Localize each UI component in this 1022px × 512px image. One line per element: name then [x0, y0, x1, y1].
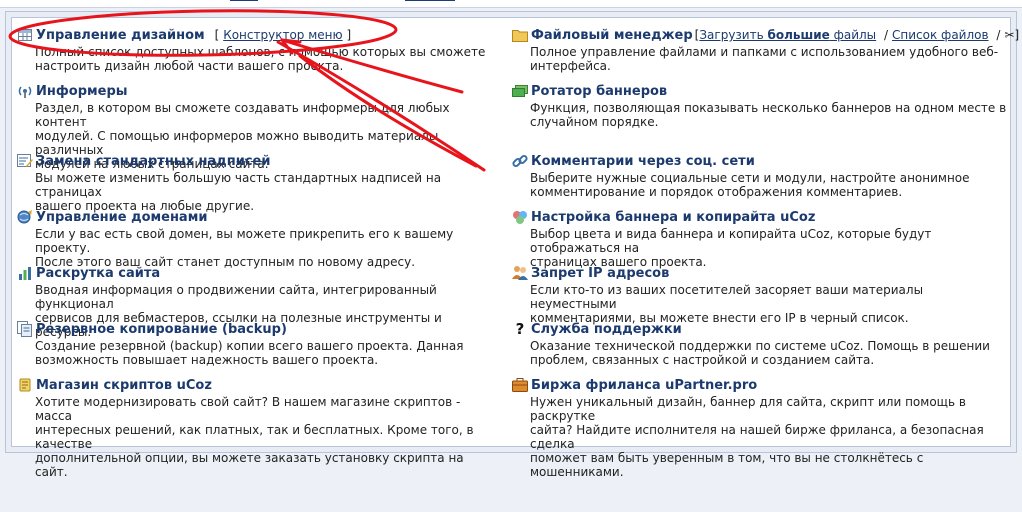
menu-constructor-link[interactable]: Конструктор меню: [223, 28, 342, 42]
bracket-close: ]: [1014, 28, 1020, 42]
item-scripts: Магазин скриптов uCoz Хотите модернизиро…: [17, 376, 487, 479]
desc-line: комментирование и порядок отображения ко…: [530, 185, 903, 199]
link-text: файлы: [829, 28, 877, 42]
desc-line: Полный список доступных шаблонов, с помо…: [35, 45, 486, 59]
replace-labels-link[interactable]: Замена стандартных надписей: [36, 154, 270, 169]
bracket-open: [: [214, 28, 220, 42]
domain-icon: [17, 209, 33, 225]
users-ban-icon: [512, 265, 528, 281]
banner-copyright-settings-link[interactable]: Настройка баннера и копирайта uCoz: [531, 210, 815, 225]
file-extra-links: [Загрузить большие файлы / Список файлов …: [695, 28, 1020, 42]
file-manager-link[interactable]: Файловый менеджер: [531, 28, 693, 43]
support-service-link[interactable]: Служба поддержки: [531, 322, 682, 337]
item-description: Вы можете изменить большую часть стандар…: [17, 171, 487, 213]
bar-chart-icon: [17, 265, 33, 281]
item-ipban: Запрет IP адресов Если кто-то из ваших п…: [512, 264, 1007, 325]
briefcase-icon: [512, 377, 528, 393]
freelance-exchange-link[interactable]: Биржа фриланса uPartner.pro: [531, 378, 757, 393]
item-description: Функция, позволяющая показывать нескольк…: [512, 101, 1007, 129]
broadcast-icon: [17, 83, 33, 99]
desc-line: Нужен уникальный дизайн, баннер для сайт…: [530, 395, 966, 423]
ip-ban-link[interactable]: Запрет IP адресов: [531, 266, 669, 281]
desc-line: Выбор цвета и вида баннера и копирайта u…: [530, 227, 932, 255]
desc-line: Если у вас есть свой домен, вы можете пр…: [35, 227, 454, 255]
upload-large-files-link[interactable]: Загрузить большие файлы: [699, 28, 876, 42]
item-files: Файловый менеджер [Загрузить большие фай…: [512, 26, 1019, 73]
desc-line: Выберите нужные социальные сети и модули…: [530, 171, 970, 185]
question-icon: ?: [515, 320, 525, 338]
backup-icon: [17, 321, 33, 337]
desc-line: случайном порядке.: [530, 115, 659, 129]
desc-line: проблем, связанных с настройкой и создан…: [530, 353, 875, 367]
banner-rotator-link[interactable]: Ротатор баннеров: [531, 84, 667, 99]
grid-icon: [17, 27, 33, 43]
item-support: ? Служба поддержки Оказание технической …: [512, 320, 1007, 367]
desc-line: Хотите модернизировать свой сайт? В наше…: [35, 395, 461, 423]
item-description: Выбор цвета и вида баннера и копирайта u…: [512, 227, 1007, 269]
item-description: Создание резервной (backup) копии всего …: [17, 339, 487, 367]
bracket-close: ]: [346, 28, 352, 42]
desc-line: поможет вам быть уверенным в том, что вы…: [530, 451, 924, 479]
desc-line: дополнительной опции, вы можете заказать…: [35, 451, 464, 479]
desc-line: Создание резервной (backup) копии всего …: [35, 339, 464, 353]
item-description: Если у вас есть свой домен, вы можете пр…: [17, 227, 487, 269]
item-description: Полное управление файлами и папками с ис…: [512, 45, 1007, 73]
desc-line: сайта? Найдите исполнителя на нашей бирж…: [530, 423, 984, 451]
item-description: Хотите модернизировать свой сайт? В наше…: [17, 395, 487, 479]
domain-management-link[interactable]: Управление доменами: [36, 210, 207, 225]
desc-line: Вводная информация о продвижении сайта, …: [35, 283, 437, 311]
item-design: Управление дизайном [ Конструктор меню ]…: [17, 26, 487, 73]
desc-line: Функция, позволяющая показывать нескольк…: [530, 101, 1007, 115]
cut-off-link: [230, 0, 258, 1]
desc-line: интересных решений, как платных, так и б…: [35, 423, 474, 451]
item-freelance: Биржа фриланса uPartner.pro Нужен уникал…: [512, 376, 1007, 479]
backup-link[interactable]: Резервное копирование (backup): [36, 322, 287, 337]
item-description: Если кто-то из ваших посетителей засоряе…: [512, 283, 1007, 325]
desc-line: возможность повышает надежность вашего п…: [35, 353, 379, 367]
desc-line: интерфейса.: [530, 59, 611, 73]
top-strip-cut: [0, 0, 1022, 8]
desc-line: Полное управление файлами и папками с ис…: [530, 45, 999, 59]
desc-line: Раздел, в котором вы сможете создавать и…: [35, 101, 450, 129]
link-text: Загрузить: [699, 28, 768, 42]
site-promotion-link[interactable]: Раскрутка сайта: [36, 266, 160, 281]
edit-text-icon: [17, 153, 33, 169]
scroll-icon: [17, 377, 33, 393]
script-shop-link[interactable]: Магазин скриптов uCoz: [36, 378, 212, 393]
desc-line: настроить дизайн любой части вашего прое…: [35, 59, 344, 73]
desc-line: Оказание технической поддержки по систем…: [530, 339, 990, 353]
palette-icon: [512, 209, 528, 225]
item-description: Выберите нужные социальные сети и модули…: [512, 171, 1007, 199]
design-management-link[interactable]: Управление дизайном: [36, 28, 205, 43]
item-domains: Управление доменами Если у вас есть свой…: [17, 208, 487, 269]
design-extra-links: [ Конструктор меню ]: [215, 28, 351, 42]
file-list-link[interactable]: Список файлов: [892, 28, 989, 42]
link-icon: [512, 153, 528, 169]
modules-panel: Управление дизайном [ Конструктор меню ]…: [11, 17, 1019, 479]
separator: /: [883, 28, 889, 42]
separator: /: [996, 28, 1001, 42]
desc-line: Вы можете изменить большую часть стандар…: [35, 171, 442, 199]
link-text-bold: большие: [767, 28, 830, 42]
item-description: Оказание технической поддержки по систем…: [512, 339, 1007, 367]
item-banners: Ротатор баннеров Функция, позволяющая по…: [512, 82, 1007, 129]
cut-off-link: [405, 0, 455, 1]
item-description: Нужен уникальный дизайн, баннер для сайт…: [512, 395, 1007, 479]
item-copyright: Настройка баннера и копирайта uCoz Выбор…: [512, 208, 1007, 269]
desc-line: Если кто-то из ваших посетителей засоряе…: [530, 283, 924, 311]
item-social: Комментарии через соц. сети Выберите нуж…: [512, 152, 1007, 199]
social-comments-link[interactable]: Комментарии через соц. сети: [531, 154, 755, 169]
scissors-icon[interactable]: ✂: [1004, 28, 1014, 42]
folder-icon: [512, 27, 528, 43]
informers-link[interactable]: Информеры: [36, 84, 128, 99]
item-description: Полный список доступных шаблонов, с помо…: [17, 45, 487, 73]
item-backup: Резервное копирование (backup) Создание …: [17, 320, 487, 367]
item-labels: Замена стандартных надписей Вы можете из…: [17, 152, 487, 213]
control-panel-section: Управление дизайном [ Конструктор меню ]…: [5, 11, 1019, 479]
banner-icon: [512, 83, 528, 99]
